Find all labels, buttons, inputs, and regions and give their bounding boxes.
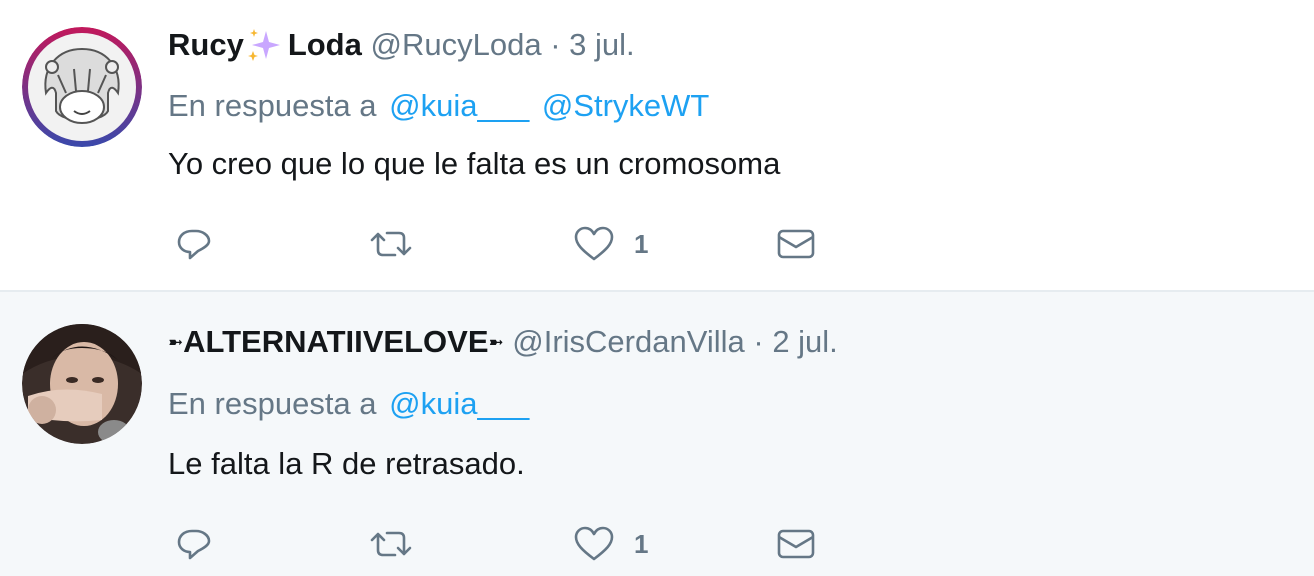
tweet-text: Le falta la R de retrasado. [168, 446, 525, 481]
like-count: 1 [634, 228, 649, 259]
direct-message-button[interactable] [776, 222, 816, 266]
name-prefix-glyph: ➼ [168, 332, 184, 352]
direct-message-button[interactable] [776, 522, 816, 566]
tweet-header: Rucy Loda @RucyLoda · 3 jul. [168, 27, 635, 63]
display-name-part2[interactable]: Loda [288, 27, 362, 62]
heart-icon [574, 226, 614, 261]
reply-icon [177, 529, 211, 560]
reply-prefix: En respuesta a [168, 88, 377, 123]
tweet-date[interactable]: 3 jul. [569, 27, 634, 62]
tweet-date[interactable]: 2 jul. [772, 324, 837, 359]
tweet-text: Yo creo que lo que le falta es un cromos… [168, 146, 781, 181]
like-button[interactable]: 1 [574, 522, 648, 566]
reply-button[interactable] [176, 222, 212, 266]
sparkles-icon [244, 27, 288, 63]
like-count: 1 [634, 528, 649, 559]
tweet-1[interactable]: Rucy Loda @RucyLoda · 3 jul. En respuest… [0, 0, 1314, 290]
display-name[interactable]: ALTERNATIIVELOVE [183, 324, 488, 359]
retweet-button[interactable] [368, 222, 414, 266]
separator-dot: · [550, 27, 561, 62]
avatar[interactable] [22, 324, 142, 444]
reply-button[interactable] [176, 522, 212, 566]
tweet-actions: 1 [168, 222, 868, 266]
mention-link[interactable]: @kuia___ [389, 88, 529, 123]
retweet-icon [370, 231, 412, 257]
user-handle[interactable]: @IrisCerdanVilla [512, 324, 745, 359]
user-handle[interactable]: @RucyLoda [371, 27, 542, 62]
retweet-icon [370, 531, 412, 557]
display-name-part1[interactable]: Rucy [168, 27, 244, 62]
avatar[interactable] [22, 27, 142, 147]
reply-context: En respuesta a @kuia___ @StrykeWT [168, 88, 709, 124]
heart-icon [574, 526, 614, 561]
envelope-icon [777, 529, 815, 559]
retweet-button[interactable] [368, 522, 414, 566]
tweet-header: ➼ALTERNATIIVELOVE➼ @IrisCerdanVilla · 2 … [168, 324, 838, 360]
name-suffix-glyph: ➼ [488, 332, 504, 352]
envelope-icon [777, 229, 815, 259]
tweet-actions: 1 [168, 522, 868, 566]
like-button[interactable]: 1 [574, 222, 648, 266]
separator-dot: · [753, 324, 764, 359]
reply-icon [177, 229, 211, 260]
mention-link[interactable]: @StrykeWT [542, 88, 710, 123]
mention-link[interactable]: @kuia___ [389, 386, 529, 421]
reply-context: En respuesta a @kuia___ [168, 386, 529, 422]
reply-prefix: En respuesta a [168, 386, 377, 421]
tweet-2[interactable]: ➼ALTERNATIIVELOVE➼ @IrisCerdanVilla · 2 … [0, 290, 1314, 576]
